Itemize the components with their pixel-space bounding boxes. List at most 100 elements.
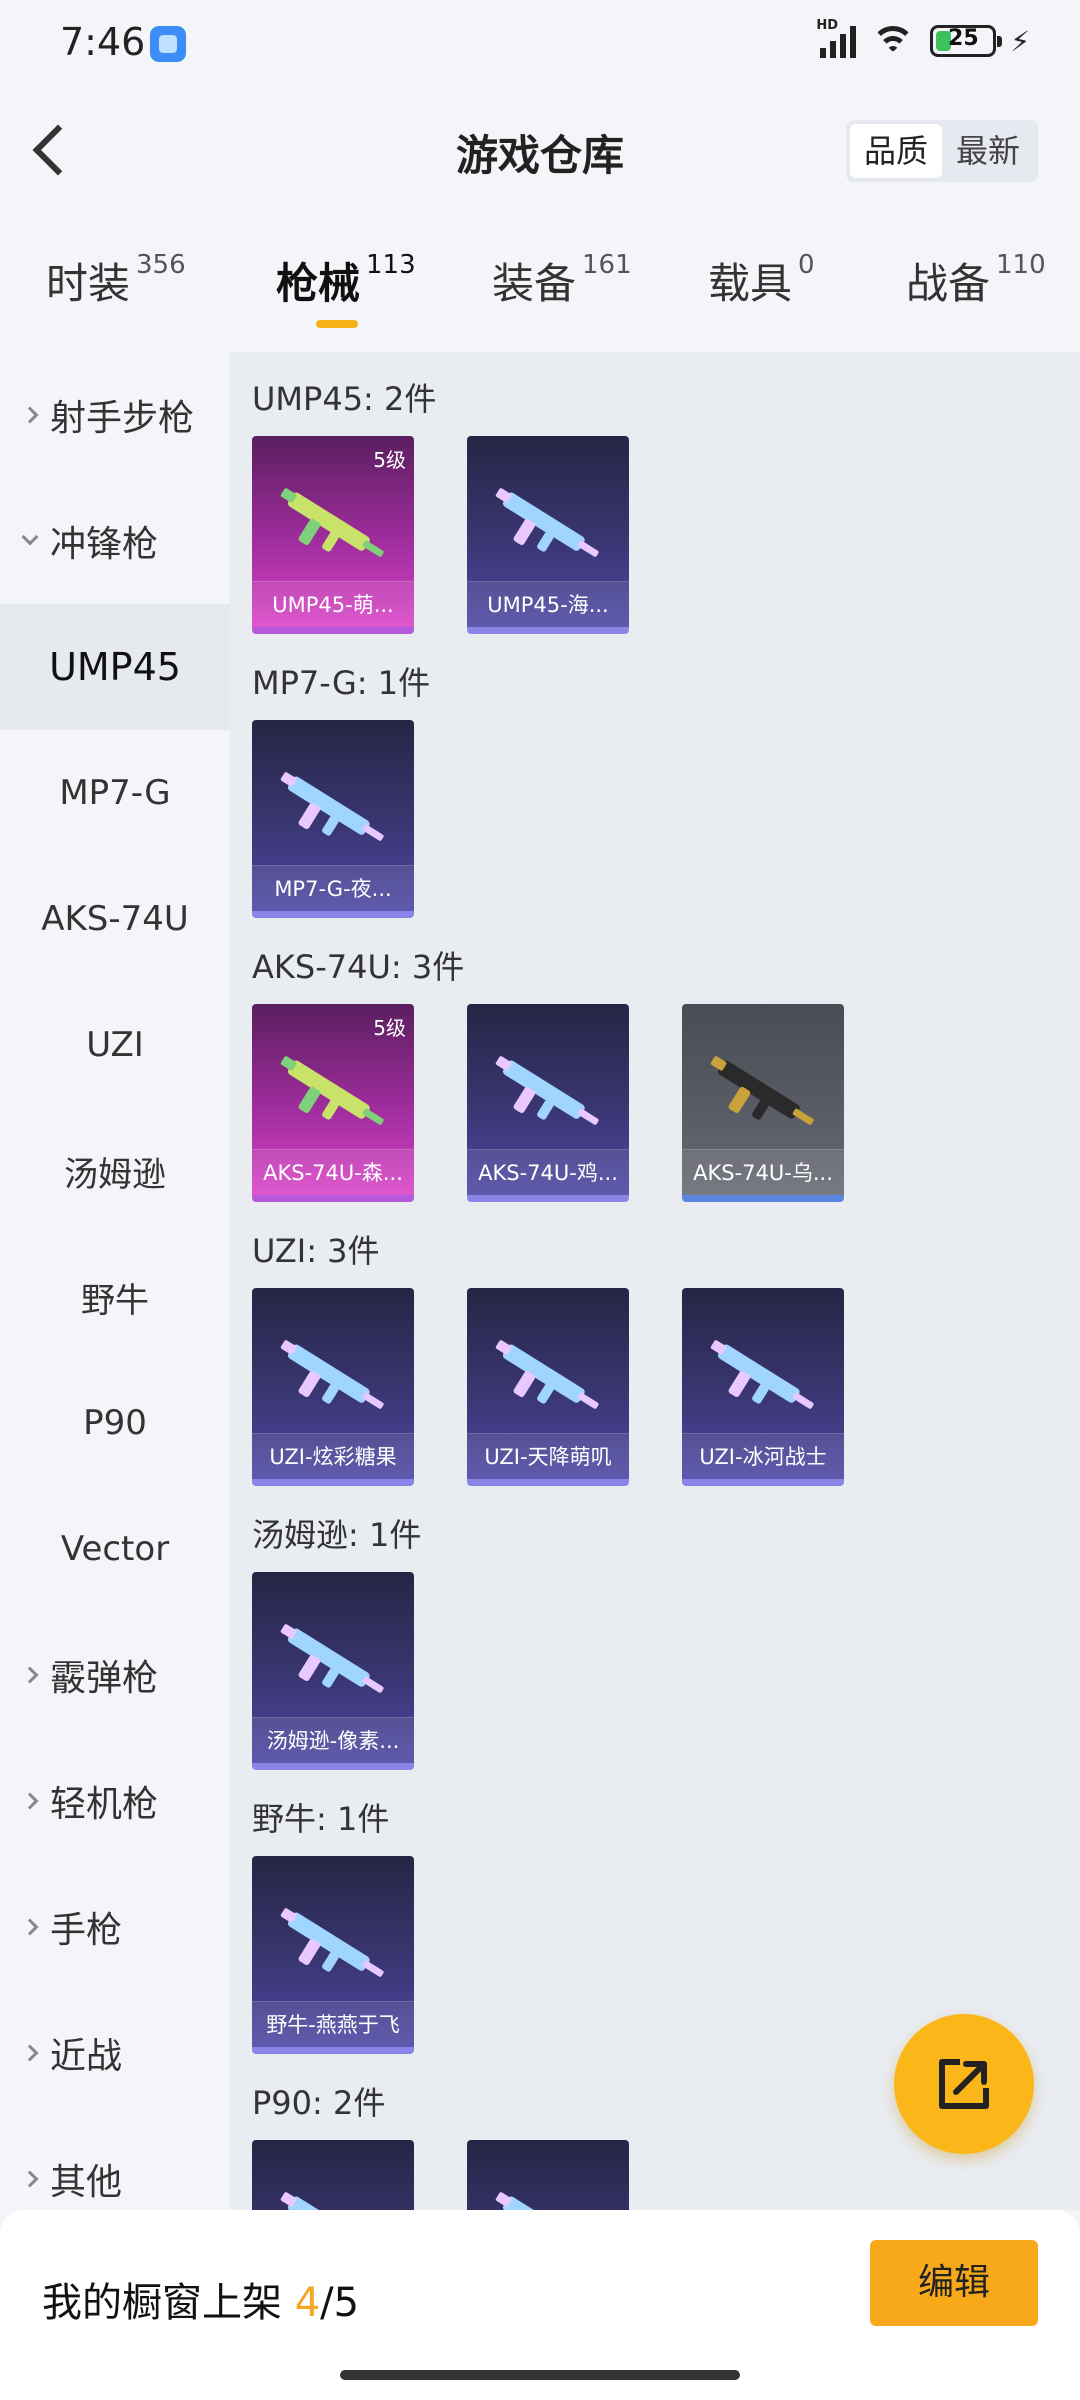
skin-card[interactable]: UMP45-海... bbox=[467, 436, 629, 634]
skin-card[interactable]: UZI-天降萌叽 bbox=[467, 1288, 629, 1486]
header: 游戏仓库 品质 最新 bbox=[0, 90, 1080, 210]
sidebar-item-label: 近战 bbox=[50, 2036, 123, 2077]
sidebar-item-thompson[interactable]: 汤姆逊 bbox=[0, 1108, 230, 1234]
sidebar-item-shotgun[interactable]: 霰弹枪 bbox=[0, 1612, 230, 1738]
skin-card[interactable] bbox=[252, 2140, 414, 2210]
sidebar-item-ump45[interactable]: UMP45 bbox=[0, 604, 230, 730]
skin-card[interactable]: AKS-74U-乌... bbox=[682, 1004, 844, 1202]
tab-count: 113 bbox=[366, 250, 416, 280]
tab-label: 装备 bbox=[492, 259, 577, 308]
sidebar-item-vector[interactable]: Vector bbox=[0, 1486, 230, 1612]
battery-level: 25 bbox=[948, 26, 979, 51]
chevron-down-icon bbox=[21, 528, 39, 546]
chevron-right-icon bbox=[21, 1792, 39, 1810]
sidebar-item-p90[interactable]: P90 bbox=[0, 1360, 230, 1486]
skin-card[interactable]: MP7-G-夜... bbox=[252, 720, 414, 918]
showcase-status: 我的橱窗上架 4/5 bbox=[42, 2270, 359, 2328]
skin-name: UZI-冰河战士 bbox=[682, 1433, 844, 1479]
sidebar-item-mp7g[interactable]: MP7-G bbox=[0, 730, 230, 856]
sidebar: 射手步枪 冲锋枪 UMP45 MP7-G AKS-74U UZI 汤姆逊 野牛 … bbox=[0, 352, 230, 2210]
skin-name: UMP45-海... bbox=[467, 581, 629, 627]
sidebar-item-uzi[interactable]: UZI bbox=[0, 982, 230, 1108]
tab-label: 时装 bbox=[46, 259, 131, 308]
sidebar-item-pistol[interactable]: 手枪 bbox=[0, 1864, 230, 1990]
weapon-skin-icon bbox=[280, 772, 384, 841]
skin-name: 野牛-燕燕于飞 bbox=[252, 2001, 414, 2047]
inventory-grid: UMP45: 2件 5级 UMP45-萌... UMP45-海... MP7-G: 1件… bbox=[230, 352, 1080, 2210]
sidebar-item-melee[interactable]: 近战 bbox=[0, 1990, 230, 2116]
share-external-button[interactable] bbox=[894, 2014, 1034, 2154]
status-icons: HD 25 ⚡ bbox=[816, 18, 1030, 58]
sort-by-latest[interactable]: 最新 bbox=[942, 124, 1034, 178]
weapon-skin-icon bbox=[710, 1340, 814, 1409]
sort-toggle: 品质 最新 bbox=[845, 120, 1038, 182]
skin-name: UZI-炫彩糖果 bbox=[252, 1433, 414, 1479]
active-tab-indicator bbox=[316, 320, 358, 328]
sidebar-item-label: 手枪 bbox=[50, 1910, 123, 1951]
sidebar-item-label: 射手步枪 bbox=[50, 398, 195, 439]
sidebar-item-smg[interactable]: 冲锋枪 bbox=[0, 478, 230, 604]
tab-count: 356 bbox=[136, 250, 186, 280]
section-title: P90: 2件 bbox=[252, 2084, 386, 2122]
category-tabs: 时装 356 枪械 113 装备 161 载具 0 战备 110 bbox=[0, 230, 1080, 340]
tab-label: 枪械 bbox=[276, 259, 361, 308]
sort-by-quality[interactable]: 品质 bbox=[849, 124, 942, 178]
weapon-skin-icon bbox=[495, 488, 599, 557]
skin-name: UZI-天降萌叽 bbox=[467, 1433, 629, 1479]
skin-card[interactable]: 汤姆逊-像素... bbox=[252, 1572, 414, 1770]
sidebar-item-label: 霰弹枪 bbox=[50, 1658, 159, 1699]
app-notification-icon bbox=[150, 26, 186, 62]
weapon-skin-icon bbox=[495, 1340, 599, 1409]
tab-equipment[interactable]: 装备 161 bbox=[492, 250, 632, 311]
chevron-right-icon bbox=[21, 1918, 39, 1936]
skin-name: AKS-74U-乌... bbox=[682, 1149, 844, 1195]
weapon-skin-icon bbox=[495, 2192, 585, 2210]
showcase-total: /5 bbox=[320, 2280, 360, 2326]
sidebar-item-label: 轻机枪 bbox=[50, 1784, 159, 1825]
tab-label: 战备 bbox=[906, 259, 991, 308]
weapon-skin-icon bbox=[280, 2192, 370, 2210]
edit-button[interactable]: 编辑 bbox=[870, 2240, 1038, 2326]
tab-vehicles[interactable]: 载具 0 bbox=[708, 250, 815, 311]
section-title: MP7-G: 1件 bbox=[252, 664, 431, 702]
tab-label: 载具 bbox=[708, 259, 793, 308]
skin-name: AKS-74U-鸡... bbox=[467, 1149, 629, 1195]
hd-label: HD bbox=[816, 18, 838, 33]
tab-fashion[interactable]: 时装 356 bbox=[46, 250, 186, 311]
tab-count: 0 bbox=[798, 250, 815, 280]
skin-card[interactable]: UZI-炫彩糖果 bbox=[252, 1288, 414, 1486]
sidebar-item-aks74u[interactable]: AKS-74U bbox=[0, 856, 230, 982]
sidebar-item-marksman-rifle[interactable]: 射手步枪 bbox=[0, 352, 230, 478]
skin-name: AKS-74U-森... bbox=[252, 1149, 414, 1195]
weapon-skin-icon bbox=[495, 1056, 599, 1125]
weapon-skin-icon bbox=[280, 1908, 384, 1977]
share-external-icon bbox=[939, 2059, 989, 2109]
skin-card[interactable] bbox=[467, 2140, 629, 2210]
home-indicator[interactable] bbox=[340, 2370, 740, 2380]
tab-count: 110 bbox=[996, 250, 1046, 280]
sidebar-item-other[interactable]: 其他 bbox=[0, 2116, 230, 2210]
chevron-right-icon bbox=[21, 2044, 39, 2062]
chevron-right-icon bbox=[21, 2170, 39, 2188]
level-badge: 5级 bbox=[373, 448, 406, 472]
skin-card[interactable]: UZI-冰河战士 bbox=[682, 1288, 844, 1486]
sidebar-item-label: 其他 bbox=[50, 2162, 123, 2203]
skin-card[interactable]: 5级 AKS-74U-森... bbox=[252, 1004, 414, 1202]
weapon-skin-icon bbox=[280, 488, 384, 557]
tab-count: 161 bbox=[582, 250, 632, 280]
skin-card[interactable]: 野牛-燕燕于飞 bbox=[252, 1856, 414, 2054]
section-title: UMP45: 2件 bbox=[252, 380, 437, 418]
sidebar-item-bizon[interactable]: 野牛 bbox=[0, 1234, 230, 1360]
section-title: UZI: 3件 bbox=[252, 1232, 380, 1270]
weapon-skin-icon bbox=[710, 1056, 814, 1125]
skin-card[interactable]: AKS-74U-鸡... bbox=[467, 1004, 629, 1202]
bottom-bar: 我的橱窗上架 4/5 编辑 bbox=[0, 2210, 1080, 2400]
sidebar-item-lmg[interactable]: 轻机枪 bbox=[0, 1738, 230, 1864]
skin-name: MP7-G-夜... bbox=[252, 865, 414, 911]
skin-card[interactable]: 5级 UMP45-萌... bbox=[252, 436, 414, 634]
wifi-icon bbox=[870, 24, 916, 58]
chevron-right-icon bbox=[21, 1666, 39, 1684]
status-time: 7:46 bbox=[60, 20, 146, 64]
tab-battle-supplies[interactable]: 战备 110 bbox=[906, 250, 1046, 311]
tab-firearms[interactable]: 枪械 113 bbox=[276, 250, 416, 311]
